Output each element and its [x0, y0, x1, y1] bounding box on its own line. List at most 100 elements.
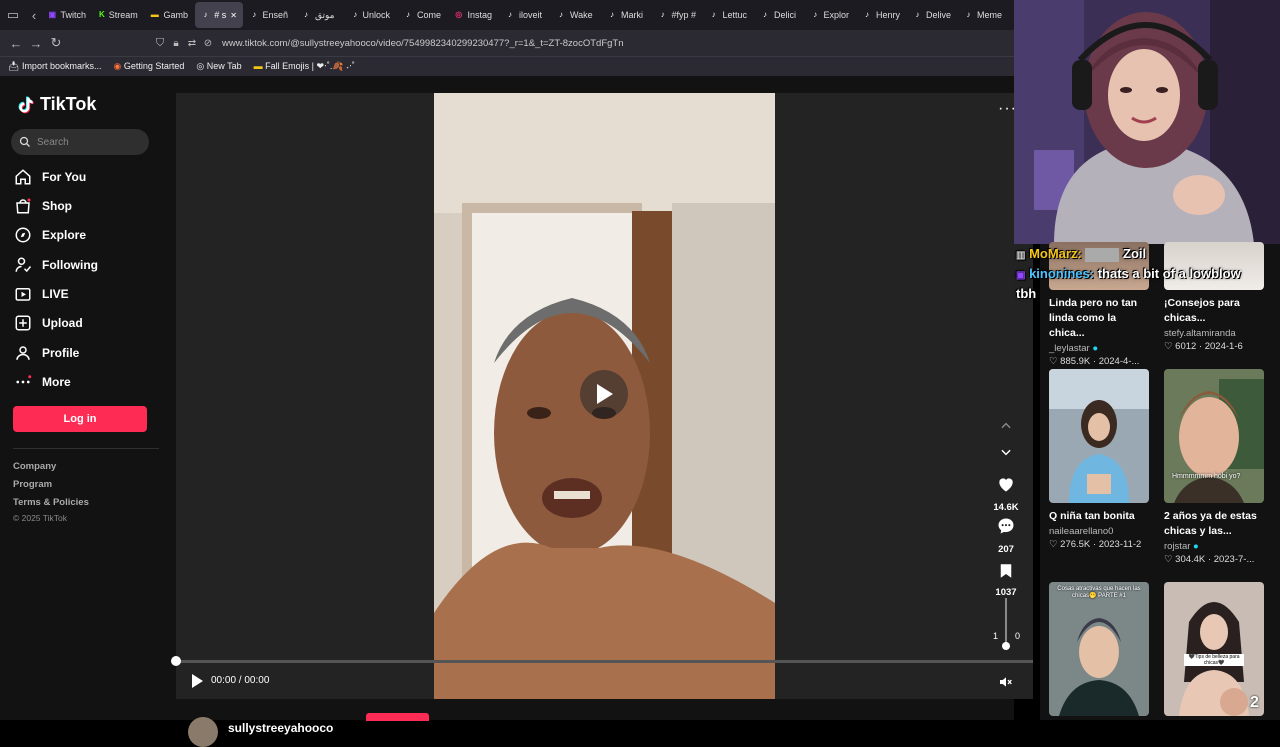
video-author[interactable]: rojstar ●	[1164, 541, 1266, 552]
webcam-feed	[1014, 0, 1280, 244]
video-thumbnail[interactable]: 🖤Tips de belleza para chicas🖤 2	[1164, 582, 1264, 716]
previous-video-button[interactable]	[986, 419, 1026, 436]
browser-tab[interactable]: ♪ Meme	[958, 2, 1002, 28]
video-thumbnail[interactable]: Hmmmmmm hobi yo?	[1164, 369, 1264, 503]
menu-profile[interactable]: Profile	[14, 344, 79, 362]
menu-for-you[interactable]: For You	[14, 168, 86, 186]
back-icon[interactable]: ←	[6, 33, 26, 53]
like-button[interactable]: 14.6K	[986, 474, 1026, 513]
comment-button[interactable]: 207	[986, 516, 1026, 555]
browser-tab[interactable]: ▬ Gamb	[144, 2, 194, 28]
browser-tab[interactable]: ♪ Lettuc	[703, 2, 753, 28]
footer-terms-link[interactable]: Terms & Policies	[13, 497, 89, 508]
webcam-image	[1014, 0, 1280, 244]
author-name: _leylastar	[1049, 343, 1090, 354]
video-progress-bar[interactable]	[176, 660, 1033, 663]
chevron-up-icon	[1001, 422, 1011, 429]
browser-tab[interactable]: K Stream	[93, 2, 143, 28]
comment-icon	[998, 518, 1014, 534]
volume-slider[interactable]	[1005, 598, 1007, 646]
tab-close-icon[interactable]: ✕	[230, 11, 237, 20]
browser-tab[interactable]: ♪ Henry	[856, 2, 906, 28]
save-count: 1037	[995, 587, 1017, 598]
chat-text: tbh	[1016, 286, 1037, 301]
search-input[interactable]: Search	[11, 129, 149, 155]
video-author[interactable]: stefy.altamiranda	[1164, 328, 1266, 339]
browser-tab[interactable]: ♪ Come	[397, 2, 447, 28]
browser-tab[interactable]: ▣ Twitch	[42, 2, 92, 28]
video-card[interactable]: 🖤Tips de belleza para chicas🖤 2	[1164, 582, 1266, 716]
autoplay-blocked-icon[interactable]: ⊘	[200, 33, 216, 53]
tiktok-logo[interactable]: TikTok	[16, 94, 96, 115]
browser-tab[interactable]: ◎ Instag	[448, 2, 498, 28]
menu-shop[interactable]: Shop	[14, 197, 72, 215]
play-control[interactable]	[190, 673, 204, 694]
browser-tab[interactable]: ♪ iloveit	[499, 2, 549, 28]
browser-tab[interactable]: ♪ #fyp #	[652, 2, 702, 28]
tab-label: Delive	[925, 10, 951, 20]
video-card[interactable]: Q niña tan bonita naileaarellano0 ♡ 276.…	[1049, 369, 1151, 550]
progress-handle[interactable]	[171, 656, 181, 666]
video-thumbnail[interactable]: Cosas atractivas que hacen las chicas🫢 P…	[1049, 582, 1149, 716]
bookmark-item[interactable]: ◉ Getting Started	[113, 61, 184, 72]
author-row[interactable]: sullystreeyahooco	[188, 709, 333, 747]
shield-icon[interactable]: ⛉	[152, 33, 168, 53]
tab-label: Lettuc	[722, 10, 747, 20]
menu-live[interactable]: LIVE	[14, 285, 69, 303]
video-author[interactable]: _leylastar ●	[1049, 343, 1151, 354]
footer-company-link[interactable]: Company	[13, 461, 56, 472]
avatar[interactable]	[188, 717, 218, 747]
video-card[interactable]: Hmmmmmm hobi yo? 2 años ya de estas chic…	[1164, 369, 1266, 565]
author-username[interactable]: sullystreeyahooco	[228, 721, 333, 735]
tab-favicon-icon: ♪	[508, 10, 512, 19]
tab-favicon-icon: K	[99, 10, 105, 19]
tab-favicon-icon: ♪	[711, 10, 716, 19]
browser-tab[interactable]: ♪ Marki	[601, 2, 651, 28]
browser-tab[interactable]: ♪ Delici	[754, 2, 804, 28]
tab-label: iloveit	[519, 10, 543, 20]
thumbnail-image	[1164, 369, 1264, 503]
browser-tab[interactable]: ♪ Enseñ	[244, 2, 294, 28]
permissions-icon[interactable]: ⇄	[184, 33, 200, 53]
reload-icon[interactable]: ↻	[46, 33, 66, 53]
bookmark-item[interactable]: 📥︎ Import bookmarks...	[8, 61, 101, 72]
video-card[interactable]: ¡Consejos para chicas... stefy.altamiran…	[1164, 242, 1266, 352]
volume-handle[interactable]	[1002, 642, 1010, 650]
menu-following[interactable]: Following	[14, 256, 98, 274]
browser-tab[interactable]: ♪ Delive	[907, 2, 957, 28]
forward-icon[interactable]: →	[26, 33, 46, 53]
bookmark-item[interactable]: ◎ New Tab	[196, 61, 241, 72]
time-display: 00:00 / 00:00	[211, 675, 270, 686]
bookmark-item[interactable]: ▬ Fall Emojis | ❤‧˚.🍂 ˖‧˚	[254, 61, 355, 72]
browser-tab[interactable]: ♪ Explor	[805, 2, 855, 28]
menu-more[interactable]: More	[14, 373, 71, 391]
lock-icon[interactable]: 🔒︎	[168, 33, 184, 53]
next-video-button[interactable]	[986, 445, 1026, 462]
footer-program-link[interactable]: Program	[13, 479, 52, 490]
search-placeholder: Search	[37, 136, 69, 148]
tab-favicon-icon: ♪	[763, 10, 767, 19]
tab-favicon-icon: ▬	[150, 10, 159, 19]
play-button-overlay[interactable]	[580, 370, 628, 418]
save-button[interactable]: 1037	[986, 561, 1026, 598]
menu-upload[interactable]: Upload	[14, 314, 83, 332]
menu-explore[interactable]: Explore	[14, 226, 86, 244]
url-bar[interactable]: www.tiktok.com/@sullystreeyahooco/video/…	[222, 38, 624, 49]
recommendation-column: Linda pero no tan linda como la chica...…	[1040, 242, 1280, 720]
browser-tab[interactable]: ♪ Unlock	[346, 2, 396, 28]
volume-button[interactable]	[998, 674, 1014, 695]
video-card[interactable]: Cosas atractivas que hacen las chicas🫢 P…	[1049, 582, 1151, 716]
video-thumbnail[interactable]	[1049, 369, 1149, 503]
video-stats: ♡ 885.9K · 2024-4-...	[1049, 356, 1140, 367]
chevron-down-icon	[1001, 449, 1011, 456]
tab-list-icon[interactable]: ▭	[0, 5, 26, 25]
browser-tab[interactable]: ♪ موتق	[295, 2, 345, 28]
video-author[interactable]: naileaarellano0	[1049, 526, 1151, 537]
login-button[interactable]: Log in	[13, 406, 147, 432]
verified-badge-icon: ●	[1092, 343, 1099, 354]
bookmark-label: Fall Emojis | ❤‧˚.🍂 ˖‧˚	[265, 61, 355, 71]
browser-tab[interactable]: ♪ Wake	[550, 2, 600, 28]
tab-scroll-left-icon[interactable]: ‹	[26, 5, 42, 25]
thumbnail-caption: Hmmmmmm hobi yo?	[1172, 473, 1241, 480]
browser-tab[interactable]: ♪ # s ✕	[195, 2, 243, 28]
